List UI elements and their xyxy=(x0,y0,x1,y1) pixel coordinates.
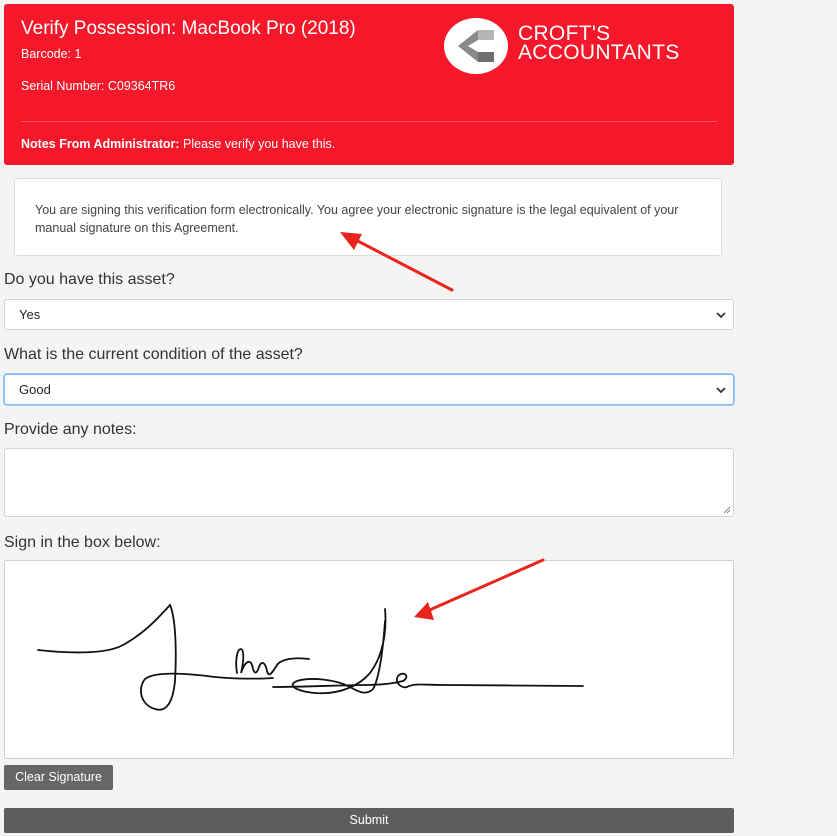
chevron-down-icon xyxy=(716,387,726,394)
asset-possession-select[interactable]: Yes xyxy=(4,299,734,330)
sign-label: Sign in the box below: xyxy=(4,534,161,551)
notes-textarea[interactable] xyxy=(4,448,734,517)
notes-question-label: Provide any notes: xyxy=(4,421,137,438)
barcode-text: Barcode: 1 xyxy=(21,47,82,61)
logo-brand-text: CROFT'S ACCOUNTANTS xyxy=(518,23,680,64)
asset-possession-value: Yes xyxy=(19,307,41,322)
logo-mark-icon xyxy=(444,18,508,74)
asset-header-panel: Verify Possession: MacBook Pro (2018) Ba… xyxy=(4,4,734,165)
header-divider xyxy=(21,121,717,122)
admin-notes: Notes From Administrator: Please verify … xyxy=(21,137,335,151)
chevron-down-icon xyxy=(716,312,726,319)
page-title: Verify Possession: MacBook Pro (2018) xyxy=(21,18,356,39)
admin-notes-label: Notes From Administrator: xyxy=(21,137,180,151)
asset-question-label: Do you have this asset? xyxy=(4,271,175,288)
resize-grip-icon[interactable] xyxy=(722,505,731,514)
serial-number-text: Serial Number: C09364TR6 xyxy=(21,79,176,93)
clear-signature-button[interactable]: Clear Signature xyxy=(4,765,113,790)
asset-condition-value: Good xyxy=(19,382,51,397)
submit-button[interactable]: Submit xyxy=(4,808,734,833)
e-signature-notice: You are signing this verification form e… xyxy=(14,178,722,256)
logo-line-2: ACCOUNTANTS xyxy=(518,41,680,64)
e-signature-notice-text: You are signing this verification form e… xyxy=(35,203,679,235)
company-logo: CROFT'S ACCOUNTANTS xyxy=(444,18,714,74)
signature-drawing xyxy=(37,603,584,711)
admin-notes-text: Please verify you have this. xyxy=(179,137,336,151)
signature-pad[interactable] xyxy=(4,560,734,759)
condition-question-label: What is the current condition of the ass… xyxy=(4,346,303,363)
asset-condition-select[interactable]: Good xyxy=(4,374,734,405)
